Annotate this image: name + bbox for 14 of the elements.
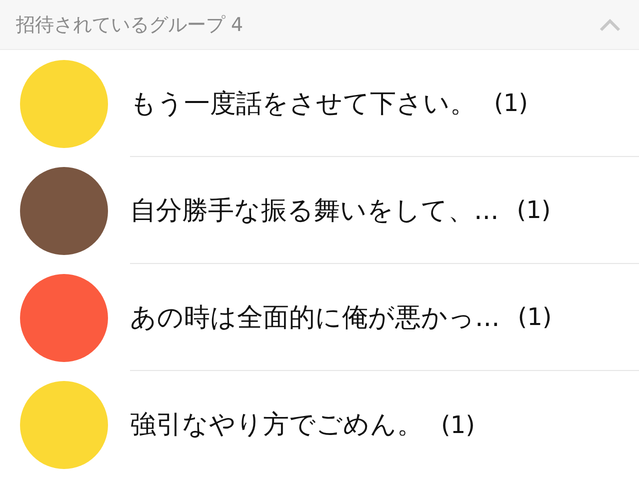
section-title: 招待されているグループ 4: [16, 12, 244, 38]
invite-count: (1): [516, 196, 551, 224]
invite-count: (1): [441, 410, 475, 438]
invite-count: (1): [494, 89, 528, 117]
group-name: 自分勝手な振る舞いをして、...: [130, 194, 499, 228]
group-name: あの時は全面的に俺が悪かっ...: [130, 302, 500, 334]
invite-count: (1): [518, 303, 552, 331]
chevron-up-icon[interactable]: [599, 18, 621, 32]
group-item[interactable]: もう一度話をさせて下さい。 (1): [0, 50, 639, 157]
group-item[interactable]: 強引なやり方でごめん。 (1): [0, 371, 639, 478]
group-name: 強引なやり方でごめん。: [130, 409, 423, 442]
group-item[interactable]: 自分勝手な振る舞いをして、... (1): [0, 157, 639, 264]
group-item[interactable]: あの時は全面的に俺が悪かっ... (1): [0, 264, 639, 371]
group-name: もう一度話をさせて下さい。: [130, 88, 476, 120]
